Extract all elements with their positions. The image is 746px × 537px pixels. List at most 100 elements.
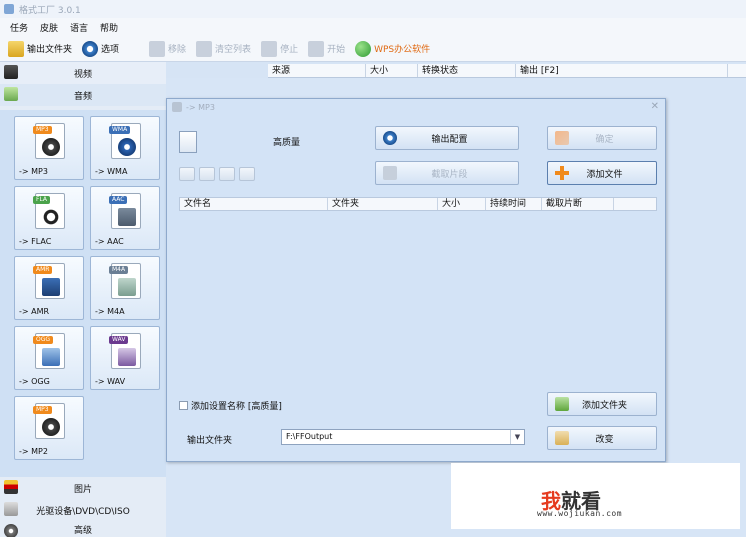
amr-file-icon: AMR [33,263,65,299]
confirm-icon [555,131,569,145]
ogg-file-icon: OGG [33,333,65,369]
output-folder-select[interactable]: F:\FFOutput ▼ [281,429,525,445]
wps-icon [355,40,372,57]
column-source[interactable]: 来源 [268,64,366,77]
format-label: -> AMR [19,307,50,316]
column-status[interactable]: 转换状态 [418,64,516,77]
add-file-button[interactable]: 添加文件 [547,161,657,185]
ok-button[interactable]: 确定 [547,126,657,150]
column-folder[interactable]: 文件夹 [328,198,438,210]
menu-item-task[interactable]: 任务 [10,21,28,34]
app-icon [4,4,14,14]
options-label: 选项 [101,45,120,55]
format-flac-button[interactable]: FLA -> FLAC [14,186,84,250]
info-small-icon[interactable] [239,167,255,181]
column-clip[interactable]: 截取片断 [542,198,614,210]
add-setting-name-option[interactable]: 添加设置名称 [高质量] [179,399,282,412]
audio-file-icon [179,131,197,153]
output-folder-value: F:\FFOutput [286,432,333,441]
category-audio[interactable]: 音频 [0,84,166,106]
format-wma-button[interactable]: WMA -> WMA [90,116,160,180]
wav-file-icon: WAV [109,333,141,369]
format-m4a-button[interactable]: M4A -> M4A [90,256,160,320]
quality-label: 高质量 [273,138,301,148]
stop-button[interactable]: 停止 [261,38,298,60]
column-file-size[interactable]: 大小 [438,198,486,210]
music-note-icon [118,208,136,226]
column-size[interactable]: 大小 [366,64,418,77]
wps-button[interactable]: WPS办公软件 [355,38,430,60]
output-folder-field-label: 输出文件夹 [187,436,233,446]
category-video[interactable]: 视频 [0,62,166,84]
add-file-label: 添加文件 [586,169,623,180]
remove-label: 移除 [168,45,187,55]
add-setting-name-label: 添加设置名称 [高质量] [191,402,282,412]
format-mp2-button[interactable]: MP3 -> MP2 [14,396,84,460]
clear-icon [196,40,213,57]
clear-small-icon[interactable] [219,167,235,181]
phone-icon [42,278,60,296]
chevron-down-icon[interactable]: ▼ [510,430,524,444]
output-config-label: 输出配置 [431,134,468,145]
menu-item-help[interactable]: 帮助 [100,21,118,34]
headphones-icon [42,208,60,226]
column-filename[interactable]: 文件名 [180,198,328,210]
gear-icon [4,524,18,537]
music-note-icon [4,87,18,101]
output-folder-label: 输出文件夹 [27,45,73,55]
format-ogg-button[interactable]: OGG -> OGG [14,326,84,390]
mp3-file-icon: MP3 [33,123,65,159]
category-advanced-label: 高级 [73,525,92,536]
clear-list-button[interactable]: 清空列表 [196,38,251,60]
close-icon[interactable]: ✕ [651,101,659,112]
dialog-title-bar: -> MP3 [167,99,665,115]
start-button[interactable]: 开始 [308,38,345,60]
speaker-icon [42,418,60,436]
format-badge: AAC [109,196,128,204]
format-badge: MP3 [33,126,52,134]
format-badge: MP3 [33,406,52,414]
category-disc[interactable]: 光驱设备\DVD\CD\ISO [0,499,166,521]
format-aac-button[interactable]: AAC -> AAC [90,186,160,250]
output-config-button[interactable]: 输出配置 [375,126,519,150]
format-mp3-button[interactable]: MP3 -> MP3 [14,116,84,180]
stop-label: 停止 [280,45,299,55]
title-bar: 格式工厂 3.0.1 [0,0,746,18]
change-button[interactable]: 改变 [547,426,657,450]
folder-change-icon [555,431,569,445]
category-advanced[interactable]: 高级 [0,521,166,537]
options-button[interactable]: 选项 [82,38,119,60]
window-title: 格式工厂 3.0.1 [19,5,81,16]
menu-item-language[interactable]: 语言 [70,21,88,34]
format-label: -> FLAC [19,237,52,246]
format-label: -> MP3 [19,167,48,176]
add-setting-name-checkbox[interactable] [179,401,188,410]
delete-small-icon[interactable] [199,167,215,181]
m4a-file-icon: M4A [109,263,141,299]
toolbar: 输出文件夹 选项 移除 清空列表 停止 开始 WPS办公软件 [0,36,746,62]
clip-button[interactable]: 截取片段 [375,161,519,185]
format-label: -> WMA [95,167,128,176]
format-wav-button[interactable]: WAV -> WAV [90,326,160,390]
format-badge: FLA [33,196,51,204]
output-folder-button[interactable]: 输出文件夹 [8,38,72,60]
category-image[interactable]: 图片 [0,477,166,499]
menu-item-skin[interactable]: 皮肤 [40,21,58,34]
ok-label: 确定 [595,134,614,145]
format-amr-button[interactable]: AMR -> AMR [14,256,84,320]
wma-file-icon: WMA [109,123,141,159]
speaker-icon [42,138,60,156]
column-output[interactable]: 输出 [F2] [516,64,728,77]
audio-format-grid: MP3 -> MP3 WMA -> WMA FLA -> FLAC AAC ->… [0,110,166,477]
clip-icon [383,166,397,180]
settings-icon [383,131,397,145]
add-folder-button[interactable]: 添加文件夹 [547,392,657,416]
remove-button[interactable]: 移除 [149,38,186,60]
category-disc-label: 光驱设备\DVD\CD\ISO [36,506,130,517]
add-folder-label: 添加文件夹 [581,400,627,411]
column-duration[interactable]: 持续时间 [486,198,542,210]
file-list-body[interactable] [179,211,657,401]
clip-label: 截取片段 [431,169,468,180]
add-small-icon[interactable] [179,167,195,181]
disc-drive-icon [4,502,18,516]
